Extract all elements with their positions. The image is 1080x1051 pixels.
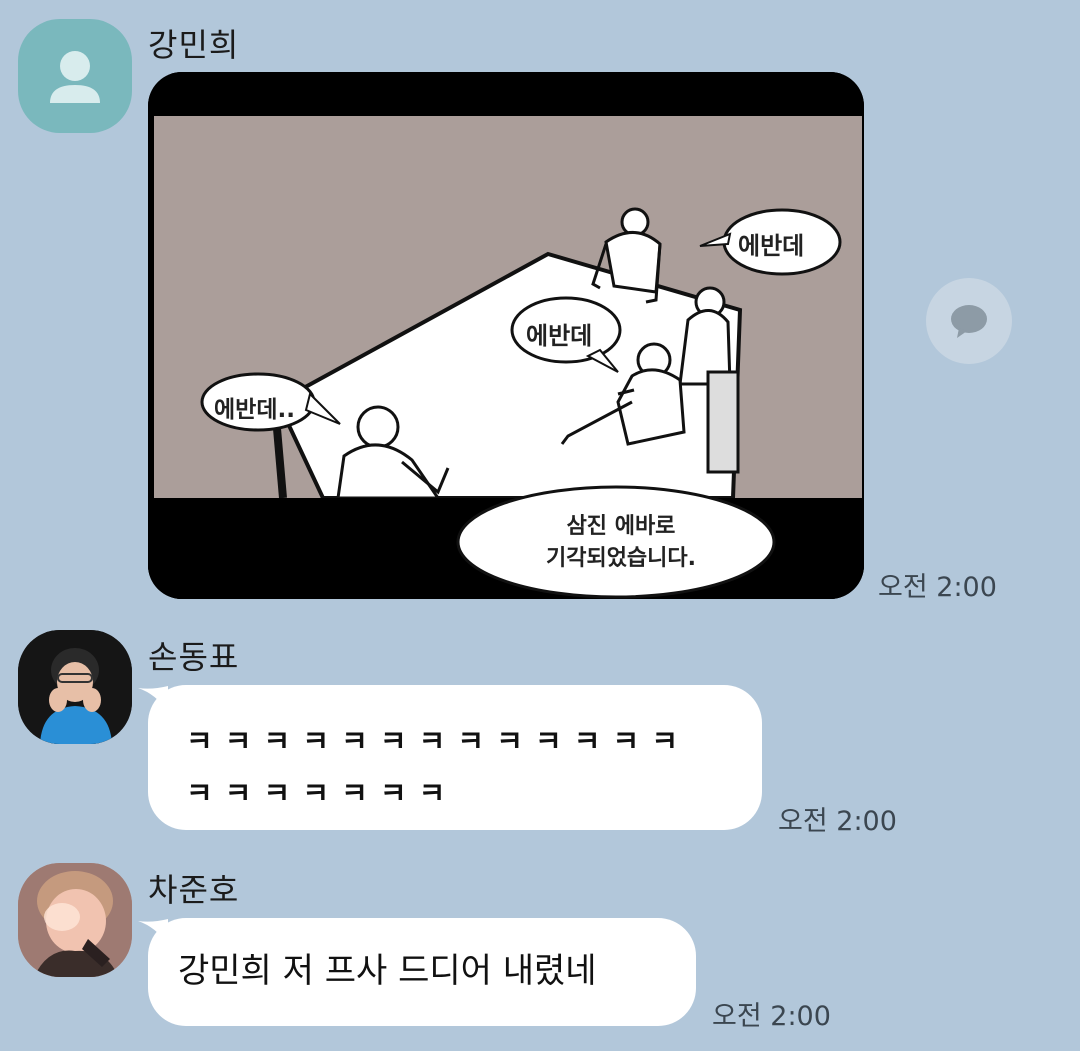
speech-bubble-icon — [951, 305, 987, 338]
comic-caption-line: 기각되었습니다. — [545, 546, 697, 571]
message-time: 오전 2:00 — [712, 1001, 831, 1032]
avatar-default[interactable] — [18, 19, 132, 133]
message-text: 강민희 저 프사 드디어 내렸네 — [178, 951, 597, 991]
avatar-photo[interactable] — [18, 863, 132, 977]
message-time: 오전 2:00 — [778, 806, 897, 837]
comic-bubble-text: 에반데 — [738, 232, 805, 260]
profile-photo — [18, 863, 132, 977]
sender-name: 손동표 — [148, 638, 240, 676]
avatar-photo[interactable] — [18, 630, 132, 744]
message-text-line: ㅋ ㅋ ㅋ ㅋ ㅋ ㅋ ㅋ ㅋ ㅋ ㅋ ㅋ ㅋ ㅋ — [186, 724, 679, 758]
comic-bubble-text: 에반데.. — [214, 397, 295, 423]
message-bubble[interactable]: 강민희 저 프사 드디어 내렸네 — [148, 918, 696, 1026]
sender-name: 강민희 — [148, 26, 240, 64]
comic-caption-line: 삼진 에바로 — [566, 514, 676, 539]
sender-name: 차준호 — [148, 871, 240, 909]
person-icon — [50, 51, 100, 103]
message-bubble[interactable]: ㅋ ㅋ ㅋ ㅋ ㅋ ㅋ ㅋ ㅋ ㅋ ㅋ ㅋ ㅋ ㅋ ㅋ ㅋ ㅋ ㅋ ㅋ ㅋ ㅋ — [148, 685, 762, 830]
profile-photo — [18, 630, 132, 744]
message-text-line: ㅋ ㅋ ㅋ ㅋ ㅋ ㅋ ㅋ — [186, 776, 447, 810]
message-time: 오전 2:00 — [878, 572, 997, 603]
comic-image[interactable]: 에반데 에반데 에반데.. 삼진 에바로 기각되었습니다. — [148, 72, 864, 599]
share-button[interactable] — [926, 278, 1012, 364]
comic-bubble-text: 에반데 — [526, 322, 593, 350]
